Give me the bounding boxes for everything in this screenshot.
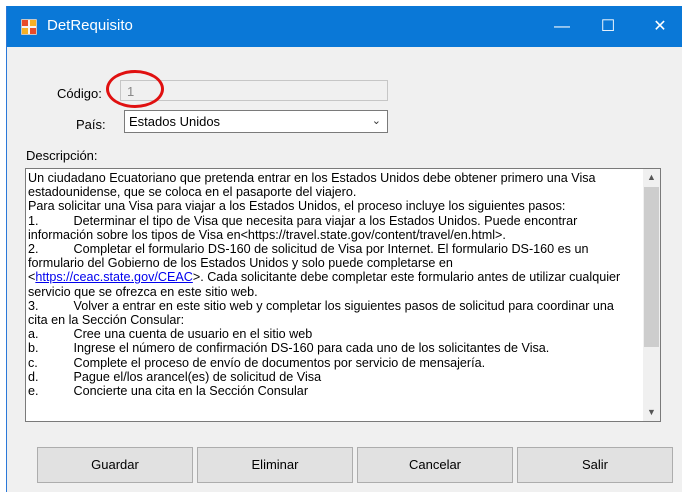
form-app-icon: [21, 19, 37, 35]
pais-label: País:: [76, 117, 106, 132]
descripcion-label: Descripción:: [26, 148, 98, 163]
vertical-scrollbar[interactable]: ▲ ▼: [643, 169, 660, 421]
red-highlight-circle: [106, 70, 164, 108]
scroll-down-icon[interactable]: ▼: [643, 404, 660, 421]
scroll-thumb[interactable]: [644, 187, 659, 347]
scroll-up-icon[interactable]: ▲: [643, 169, 660, 186]
guardar-button[interactable]: Guardar: [37, 447, 193, 483]
pais-selected-value: Estados Unidos: [129, 114, 221, 129]
det-requisito-window: DetRequisito — ☐ ✕ Código: 1 País: Estad…: [6, 6, 682, 492]
window-title: DetRequisito: [47, 17, 133, 34]
ceac-link[interactable]: https://ceac.state.gov/CEAC: [35, 270, 193, 284]
salir-button[interactable]: Salir: [517, 447, 673, 483]
descripcion-text: Un ciudadano Ecuatoriano que pretenda en…: [28, 171, 621, 399]
minimize-button[interactable]: —: [539, 6, 585, 47]
maximize-button[interactable]: ☐: [585, 6, 631, 47]
close-button[interactable]: ✕: [637, 6, 682, 47]
codigo-label: Código:: [57, 86, 102, 101]
pais-dropdown[interactable]: Estados Unidos ⌄: [124, 110, 388, 133]
eliminar-button[interactable]: Eliminar: [197, 447, 353, 483]
descripcion-textarea[interactable]: Un ciudadano Ecuatoriano que pretenda en…: [25, 168, 661, 422]
title-bar[interactable]: DetRequisito — ☐ ✕: [7, 6, 682, 47]
cancelar-button[interactable]: Cancelar: [357, 447, 513, 483]
chevron-down-icon[interactable]: ⌄: [372, 111, 381, 132]
